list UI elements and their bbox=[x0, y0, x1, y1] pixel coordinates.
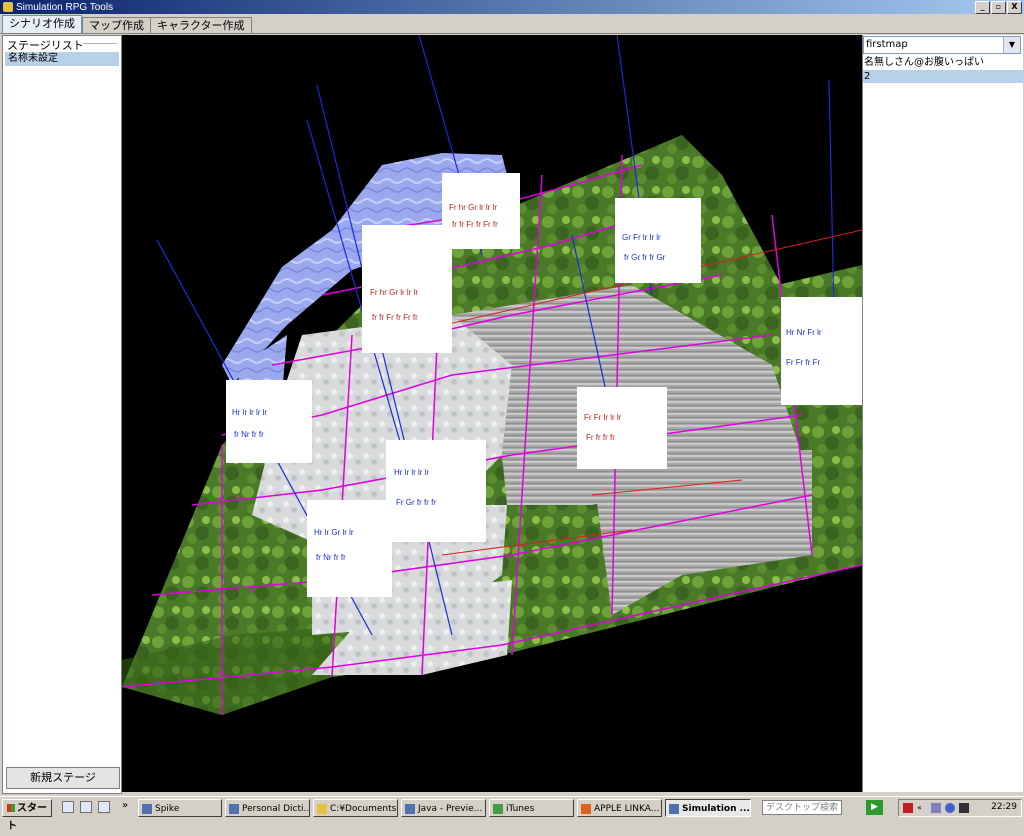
system-tray: « 22:29 bbox=[898, 799, 1022, 817]
search-go-icon[interactable]: ▶ bbox=[866, 800, 883, 815]
start-button[interactable]: スタート bbox=[2, 799, 52, 832]
network-icon[interactable] bbox=[931, 803, 941, 813]
clock: 22:29 bbox=[991, 802, 1017, 812]
windows-flag-icon bbox=[7, 804, 15, 812]
stage-list-item[interactable]: 名称未設定 bbox=[5, 52, 119, 66]
right-panel: firstmap ▼ 名無しさん@お腹いっぱい 2 bbox=[862, 35, 1024, 792]
svg-text:fr fr Fr fr Fr fr: fr fr Fr fr Fr fr bbox=[452, 220, 498, 229]
quicklaunch-icon[interactable] bbox=[98, 801, 110, 813]
window-title: Simulation RPG Tools bbox=[16, 1, 114, 13]
task-label: Personal Dicti... bbox=[242, 804, 310, 814]
map-3d-viewport[interactable]: Fr hr Gr lr lr lr fr fr Fr fr Fr fr Fr h… bbox=[122, 35, 862, 792]
svg-text:Hr lr Gr lr lr: Hr lr Gr lr lr bbox=[314, 528, 354, 537]
svg-text:fr Nr fr fr: fr Nr fr fr bbox=[234, 430, 264, 439]
chevron-down-icon[interactable]: ▼ bbox=[1003, 37, 1020, 53]
maximize-button[interactable]: ▫ bbox=[991, 1, 1006, 14]
svg-text:Gr Fr lr lr lr: Gr Fr lr lr lr bbox=[622, 233, 661, 242]
list-item[interactable]: 2 bbox=[863, 70, 1024, 83]
app-icon bbox=[229, 804, 239, 814]
tab-character[interactable]: キャラクター作成 bbox=[150, 17, 252, 33]
minimize-button[interactable]: _ bbox=[975, 1, 990, 14]
svg-text:Fr Gr fr fr fr: Fr Gr fr fr fr bbox=[396, 498, 436, 507]
map-render: Fr hr Gr lr lr lr fr fr Fr fr Fr fr Fr h… bbox=[122, 35, 862, 715]
itunes-icon bbox=[493, 804, 503, 814]
task-button[interactable]: C:¥Documents... bbox=[313, 799, 398, 817]
stage-list-header: ステージリスト bbox=[7, 39, 84, 52]
taskbar: スタート » Spike Personal Dicti... C:¥Docume… bbox=[0, 796, 1024, 832]
java-icon bbox=[669, 804, 679, 814]
new-stage-button[interactable]: 新規ステージ bbox=[6, 767, 120, 789]
task-label: Spike bbox=[155, 804, 180, 814]
title-bar: Simulation RPG Tools _ ▫ X bbox=[0, 0, 1024, 14]
map-select[interactable]: firstmap ▼ bbox=[863, 36, 1021, 54]
task-label: Java - Previe... bbox=[418, 804, 483, 814]
task-button[interactable]: Simulation ... bbox=[665, 799, 751, 817]
task-button[interactable]: Java - Previe... bbox=[401, 799, 486, 817]
ie-icon[interactable] bbox=[62, 801, 74, 813]
app-icon bbox=[3, 2, 13, 12]
stage-list-panel: ステージリスト 名称未設定 新規ステージ bbox=[2, 35, 122, 794]
svg-text:fr Nr fr fr: fr Nr fr fr bbox=[316, 553, 346, 562]
monitor-icon[interactable] bbox=[959, 803, 969, 813]
svg-text:Hr lr lr lr lr: Hr lr lr lr lr bbox=[232, 408, 267, 417]
svg-text:Fr Fr fr Fr: Fr Fr fr Fr bbox=[786, 358, 821, 367]
svg-text:Fr fr fr fr: Fr fr fr fr bbox=[586, 433, 615, 442]
svg-text:Hr lr lr lr lr: Hr lr lr lr lr bbox=[394, 468, 429, 477]
quicklaunch-more-icon[interactable]: » bbox=[122, 800, 128, 811]
task-button[interactable]: Spike bbox=[138, 799, 222, 817]
tab-bar: シナリオ作成 マップ作成 キャラクター作成 bbox=[0, 15, 1024, 34]
firefox-icon bbox=[581, 804, 591, 814]
task-label: iTunes bbox=[506, 804, 535, 814]
svg-text:Fr hr Gr lr lr lr: Fr hr Gr lr lr lr bbox=[370, 288, 418, 297]
map-select-value: firstmap bbox=[866, 39, 908, 50]
tray-app-icon[interactable] bbox=[903, 803, 913, 813]
svg-text:Hr Nr Fr lr: Hr Nr Fr lr bbox=[786, 328, 822, 337]
header-divider bbox=[83, 43, 117, 44]
tab-map[interactable]: マップ作成 bbox=[82, 17, 151, 33]
svg-text:Fr Fr lr lr lr: Fr Fr lr lr lr bbox=[584, 413, 622, 422]
desktop-icon[interactable] bbox=[80, 801, 92, 813]
close-button[interactable]: X bbox=[1007, 1, 1022, 14]
task-button[interactable]: APPLE LINKA... bbox=[577, 799, 662, 817]
svg-text:Fr hr Gr lr lr lr: Fr hr Gr lr lr lr bbox=[449, 203, 497, 212]
task-label: C:¥Documents... bbox=[330, 804, 398, 814]
svg-text:fr fr Fr fr Fr fr: fr fr Fr fr Fr fr bbox=[372, 313, 418, 322]
tab-scenario[interactable]: シナリオ作成 bbox=[2, 15, 82, 33]
desktop-search-input[interactable]: デスクトップ検索 bbox=[762, 800, 842, 815]
task-button[interactable]: Personal Dicti... bbox=[225, 799, 310, 817]
list-item[interactable]: 名無しさん@お腹いっぱい bbox=[863, 56, 1024, 69]
task-label: APPLE LINKA... bbox=[594, 804, 660, 814]
app-icon bbox=[142, 804, 152, 814]
svg-text:fr Gr fr fr Gr: fr Gr fr fr Gr bbox=[624, 253, 666, 262]
java-icon bbox=[405, 804, 415, 814]
search-icon[interactable] bbox=[945, 803, 955, 813]
task-button[interactable]: iTunes bbox=[489, 799, 574, 817]
folder-icon bbox=[317, 804, 327, 814]
tray-expand-icon[interactable]: « bbox=[917, 803, 927, 813]
task-label: Simulation ... bbox=[682, 804, 750, 814]
